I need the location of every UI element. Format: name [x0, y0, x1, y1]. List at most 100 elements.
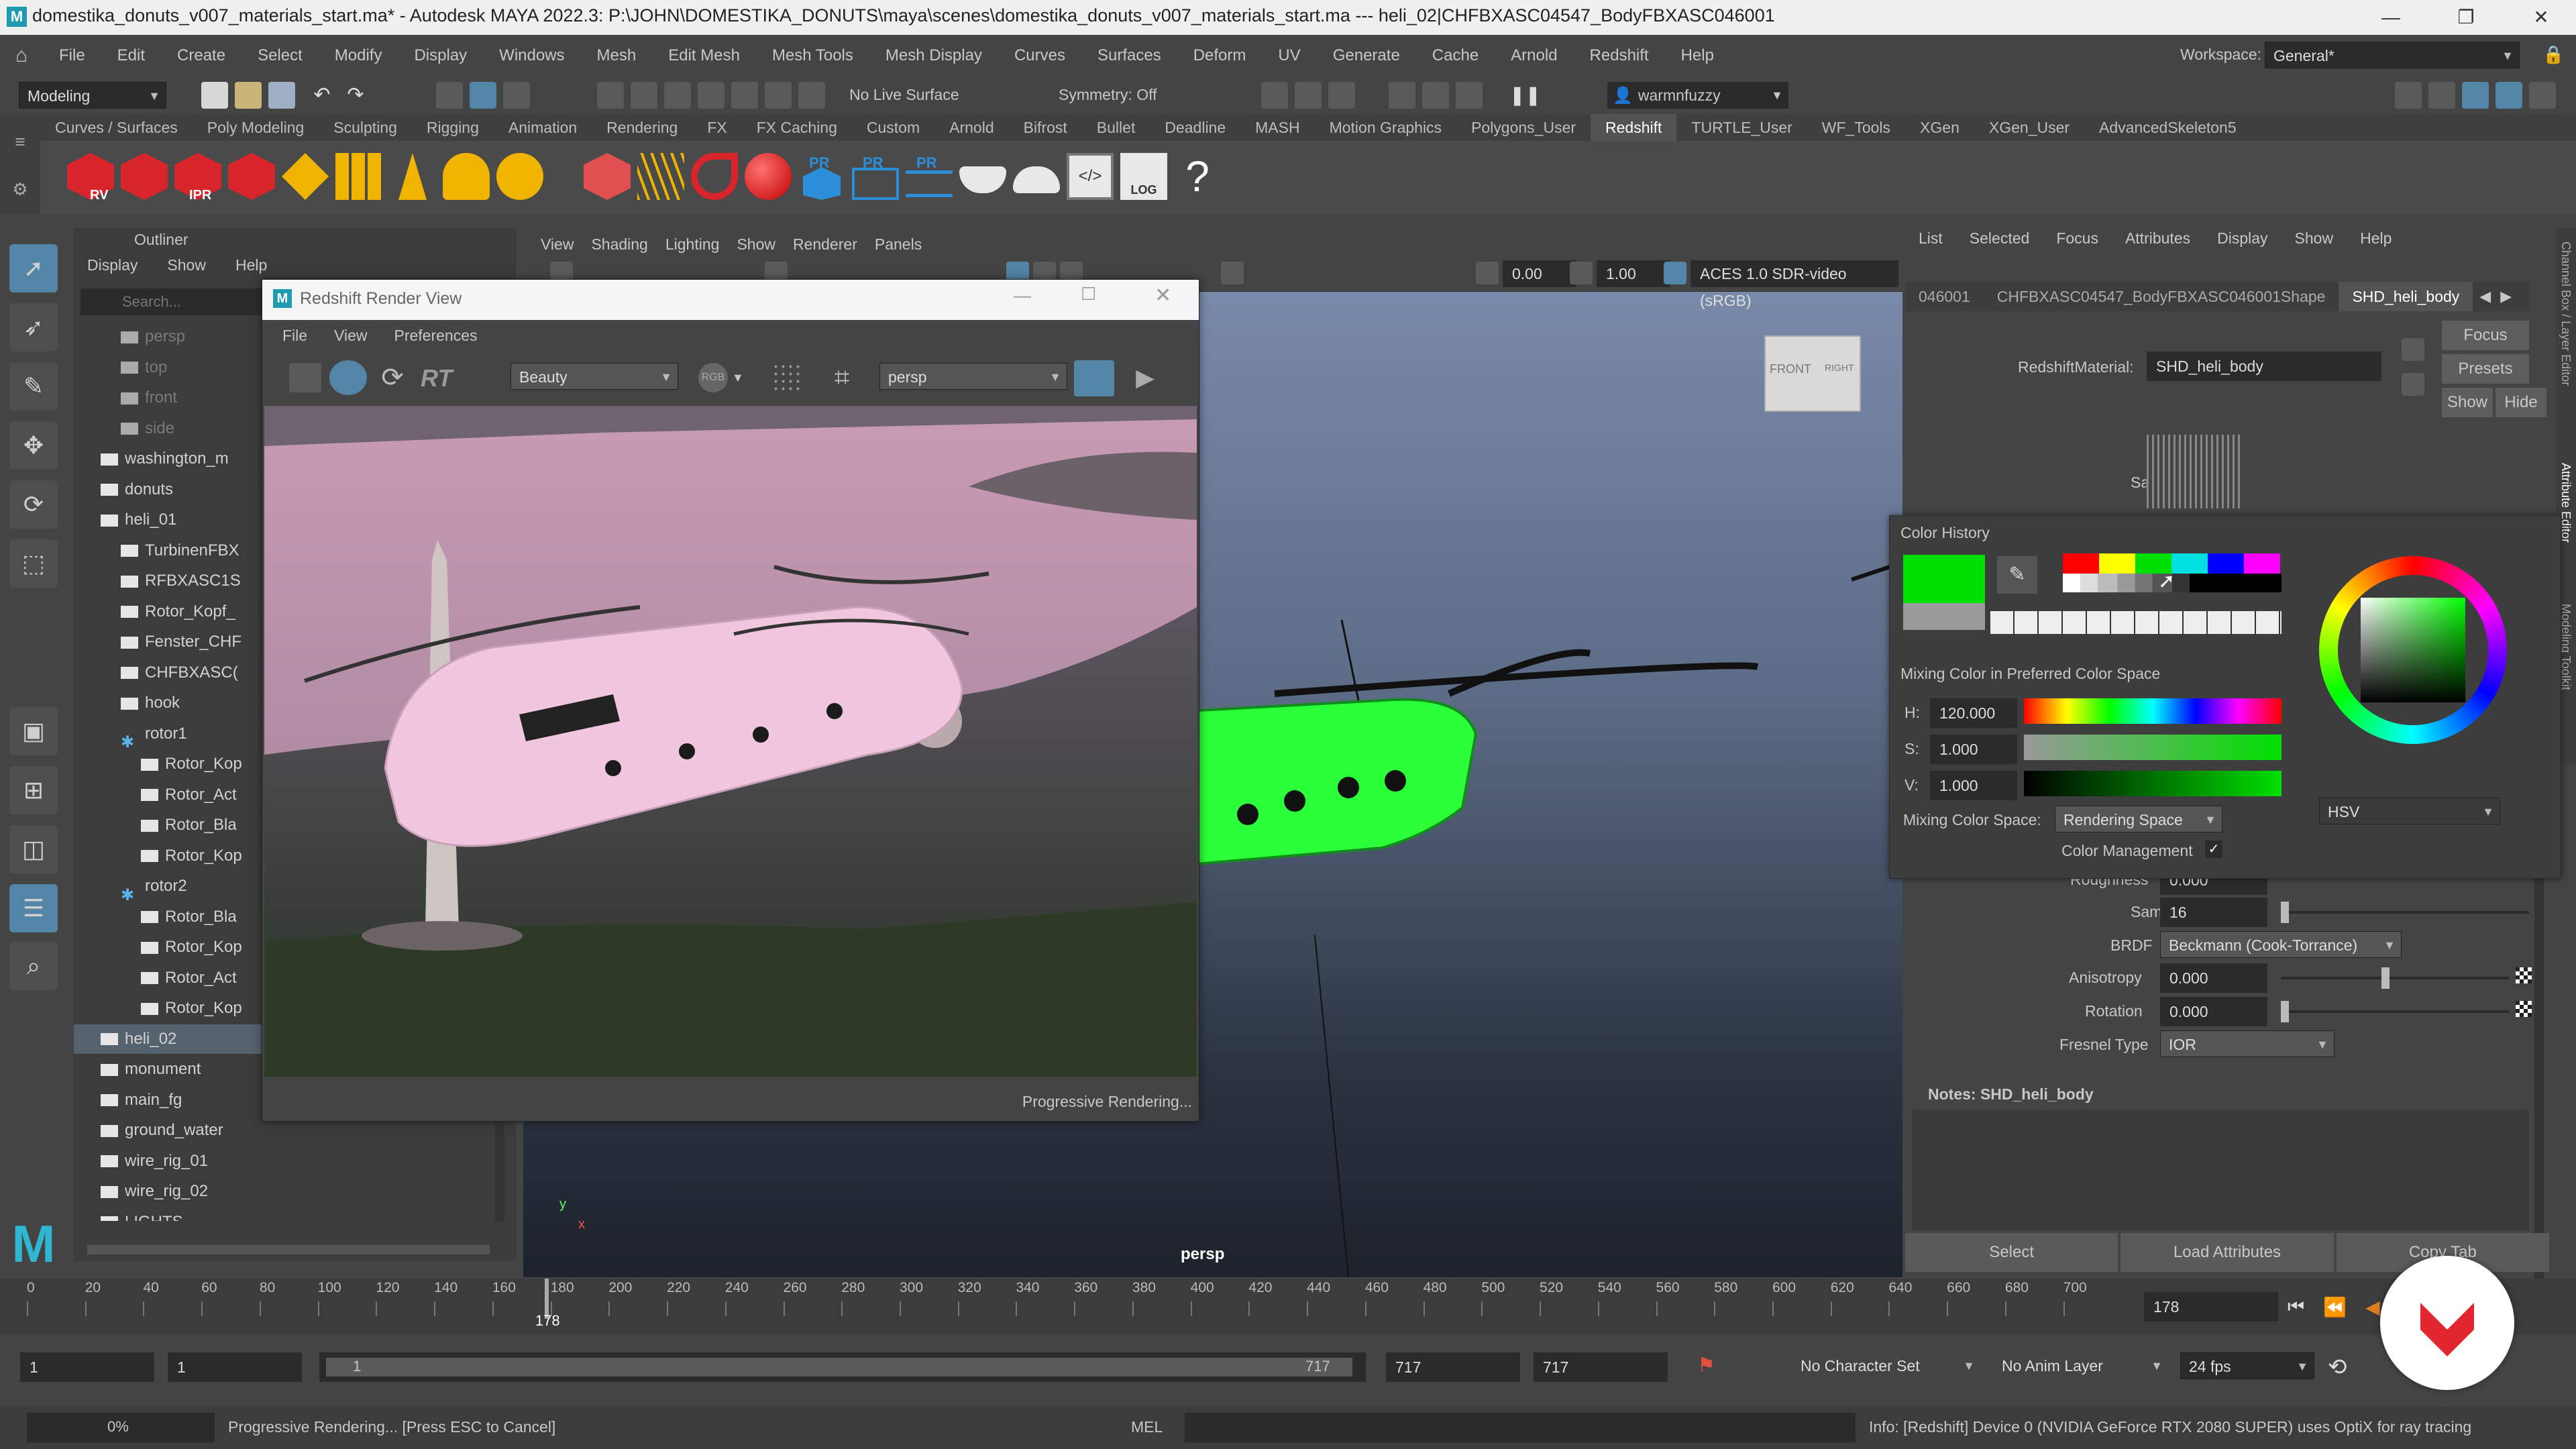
- outliner-item[interactable]: Rotor_Act: [141, 963, 237, 993]
- range-slider-handle[interactable]: [326, 1358, 1352, 1377]
- attribute-editor-menu-item[interactable]: Help: [2360, 229, 2392, 248]
- menu-create[interactable]: Create: [161, 35, 241, 76]
- camera-select[interactable]: persp ▼: [879, 363, 1067, 390]
- current-color-swatch[interactable]: [1903, 555, 1985, 603]
- load-attributes-button[interactable]: Load Attributes: [2121, 1233, 2334, 1272]
- toggle-outliner-icon[interactable]: [2462, 82, 2489, 109]
- menu-file[interactable]: File: [43, 35, 101, 76]
- shelf-tab[interactable]: Bullet: [1082, 114, 1150, 141]
- hide-button[interactable]: Hide: [2496, 388, 2546, 417]
- outliner-item[interactable]: washington_m: [101, 444, 229, 474]
- search-icon[interactable]: ⌕: [9, 942, 58, 990]
- gamma-field[interactable]: 1.00: [1597, 260, 1670, 287]
- outliner-item[interactable]: Rotor_Kop: [141, 994, 242, 1023]
- hue-field[interactable]: 120.000: [1930, 698, 2017, 728]
- render-view-menu-item[interactable]: File: [282, 327, 307, 345]
- hypershade-icon[interactable]: [1389, 82, 1415, 109]
- open-scene-icon[interactable]: [235, 82, 262, 109]
- node-tab[interactable]: 046001: [1905, 288, 1984, 306]
- shelf-tab[interactable]: Curves / Surfaces: [40, 114, 193, 141]
- outliner-item[interactable]: Rotor_Act: [141, 780, 237, 810]
- menu-select[interactable]: Select: [241, 35, 319, 76]
- viewport-menu-item[interactable]: View: [541, 235, 574, 254]
- scale-tool-icon[interactable]: ⬚: [9, 539, 58, 588]
- anim-start-field[interactable]: 1: [168, 1352, 302, 1382]
- snap-point-icon[interactable]: [664, 82, 691, 109]
- outliner-item[interactable]: Rotor_Bla: [141, 902, 237, 932]
- exposure-field[interactable]: 0.00: [1503, 260, 1576, 287]
- render-view-menu-item[interactable]: View: [334, 327, 367, 345]
- render-view-menu-item[interactable]: Preferences: [394, 327, 478, 345]
- history-swatches[interactable]: [1990, 611, 2282, 634]
- snapshot-toggle-icon[interactable]: [1074, 360, 1114, 396]
- snap-together-icon[interactable]: [798, 82, 825, 109]
- mel-label[interactable]: MEL: [1131, 1418, 1163, 1436]
- shelf-tab[interactable]: AdvancedSkeleton5: [2084, 114, 2251, 141]
- character-set-select[interactable]: No Character Set ▼: [1792, 1352, 1980, 1379]
- auto-key-icon[interactable]: ⚑: [1697, 1354, 1724, 1381]
- redshift-sun-light-icon[interactable]: [496, 153, 543, 200]
- outliner-item[interactable]: ✱ rotor1: [121, 719, 187, 752]
- close-window-button[interactable]: ✕: [2510, 0, 2572, 35]
- loop-icon[interactable]: ⟲: [2328, 1354, 2347, 1381]
- help-icon[interactable]: ?: [1174, 153, 1221, 200]
- samples-field[interactable]: 16: [2160, 898, 2267, 927]
- color-swatch[interactable]: [2099, 553, 2135, 574]
- camera-icon[interactable]: ▶: [1128, 363, 1163, 392]
- brdf-select[interactable]: Beckmann (Cook-Torrance) ▼: [2160, 931, 2402, 958]
- show-button[interactable]: Show: [2442, 388, 2493, 417]
- outliner-item[interactable]: Fenster_CHF: [121, 627, 241, 657]
- menu-display[interactable]: Display: [398, 35, 483, 76]
- samples-slider[interactable]: [2281, 902, 2529, 923]
- outliner-item[interactable]: persp: [121, 322, 185, 352]
- menu-edit[interactable]: Edit: [101, 35, 161, 76]
- focus-button[interactable]: Focus: [2442, 321, 2529, 350]
- outliner-item[interactable]: CHFBXASC(: [121, 658, 238, 688]
- redshift-material-icon[interactable]: [745, 153, 792, 200]
- redshift-box-icon[interactable]: [584, 153, 631, 200]
- viewport-menu-item[interactable]: Shading: [591, 235, 647, 254]
- viewport-menu-item[interactable]: Renderer: [793, 235, 857, 254]
- live-surface-label[interactable]: No Live Surface: [849, 86, 959, 104]
- end-time-field[interactable]: 717: [1534, 1352, 1668, 1382]
- shelf-tab[interactable]: Polygons_User: [1456, 114, 1591, 141]
- outliner-item[interactable]: wire_rig_01: [101, 1146, 208, 1176]
- outliner-layout-icon[interactable]: ☰: [9, 884, 58, 932]
- rotation-field[interactable]: 0.000: [2160, 997, 2267, 1026]
- redshift-hair-icon[interactable]: [637, 153, 684, 200]
- previous-color-swatch[interactable]: [1903, 603, 1985, 630]
- shelf-tab[interactable]: Motion Graphics: [1315, 114, 1456, 141]
- exposure-icon[interactable]: [1476, 262, 1499, 284]
- render-view-titlebar[interactable]: M Redshift Render View — ☐ ✕: [262, 280, 1199, 320]
- menu-help[interactable]: Help: [1665, 35, 1730, 76]
- new-scene-icon[interactable]: [201, 82, 228, 109]
- presets-button[interactable]: Presets: [2442, 354, 2529, 384]
- color-swatch[interactable]: [2208, 553, 2244, 574]
- focus-output-icon[interactable]: [2402, 373, 2424, 396]
- shelf-tab[interactable]: FX: [692, 114, 741, 141]
- redshift-script-icon[interactable]: </>: [1067, 153, 1114, 200]
- current-frame-field[interactable]: 178: [2144, 1292, 2278, 1322]
- render-view-icon[interactable]: [1422, 82, 1449, 109]
- menu-mesh-display[interactable]: Mesh Display: [869, 35, 998, 76]
- attribute-editor-menu-item[interactable]: Focus: [2056, 229, 2098, 248]
- shelf-tab[interactable]: Poly Modeling: [193, 114, 319, 141]
- time-slider[interactable]: 0 20 40 60 80 100 120 140 160 180 200 220 240 260 280 3…: [0, 1279, 2576, 1335]
- tab-scroll-left-icon[interactable]: ◀: [2479, 288, 2491, 305]
- render-ipr-icon[interactable]: [1295, 82, 1322, 109]
- color-management-icon[interactable]: [1664, 262, 1686, 284]
- menu-mesh-tools[interactable]: Mesh Tools: [756, 35, 869, 76]
- map-button-icon[interactable]: [2516, 1001, 2532, 1017]
- save-scene-icon[interactable]: [268, 82, 295, 109]
- symmetry-label[interactable]: Symmetry: Off: [1059, 86, 1157, 104]
- redshift-curve-icon[interactable]: [691, 153, 738, 200]
- shelf-tab[interactable]: FX Caching: [742, 114, 852, 141]
- outliner-menu-item[interactable]: Display: [87, 256, 138, 274]
- toggle-attribute-editor-icon[interactable]: [2496, 82, 2522, 109]
- color-swatch[interactable]: [2244, 553, 2280, 574]
- snap-grid-icon[interactable]: [597, 82, 624, 109]
- outliner-hscrollbar[interactable]: [87, 1245, 490, 1254]
- single-perspective-layout-icon[interactable]: ▣: [9, 707, 58, 755]
- shelf-tab[interactable]: Redshift: [1591, 114, 1677, 141]
- step-back-icon[interactable]: ⏪: [2323, 1296, 2347, 1318]
